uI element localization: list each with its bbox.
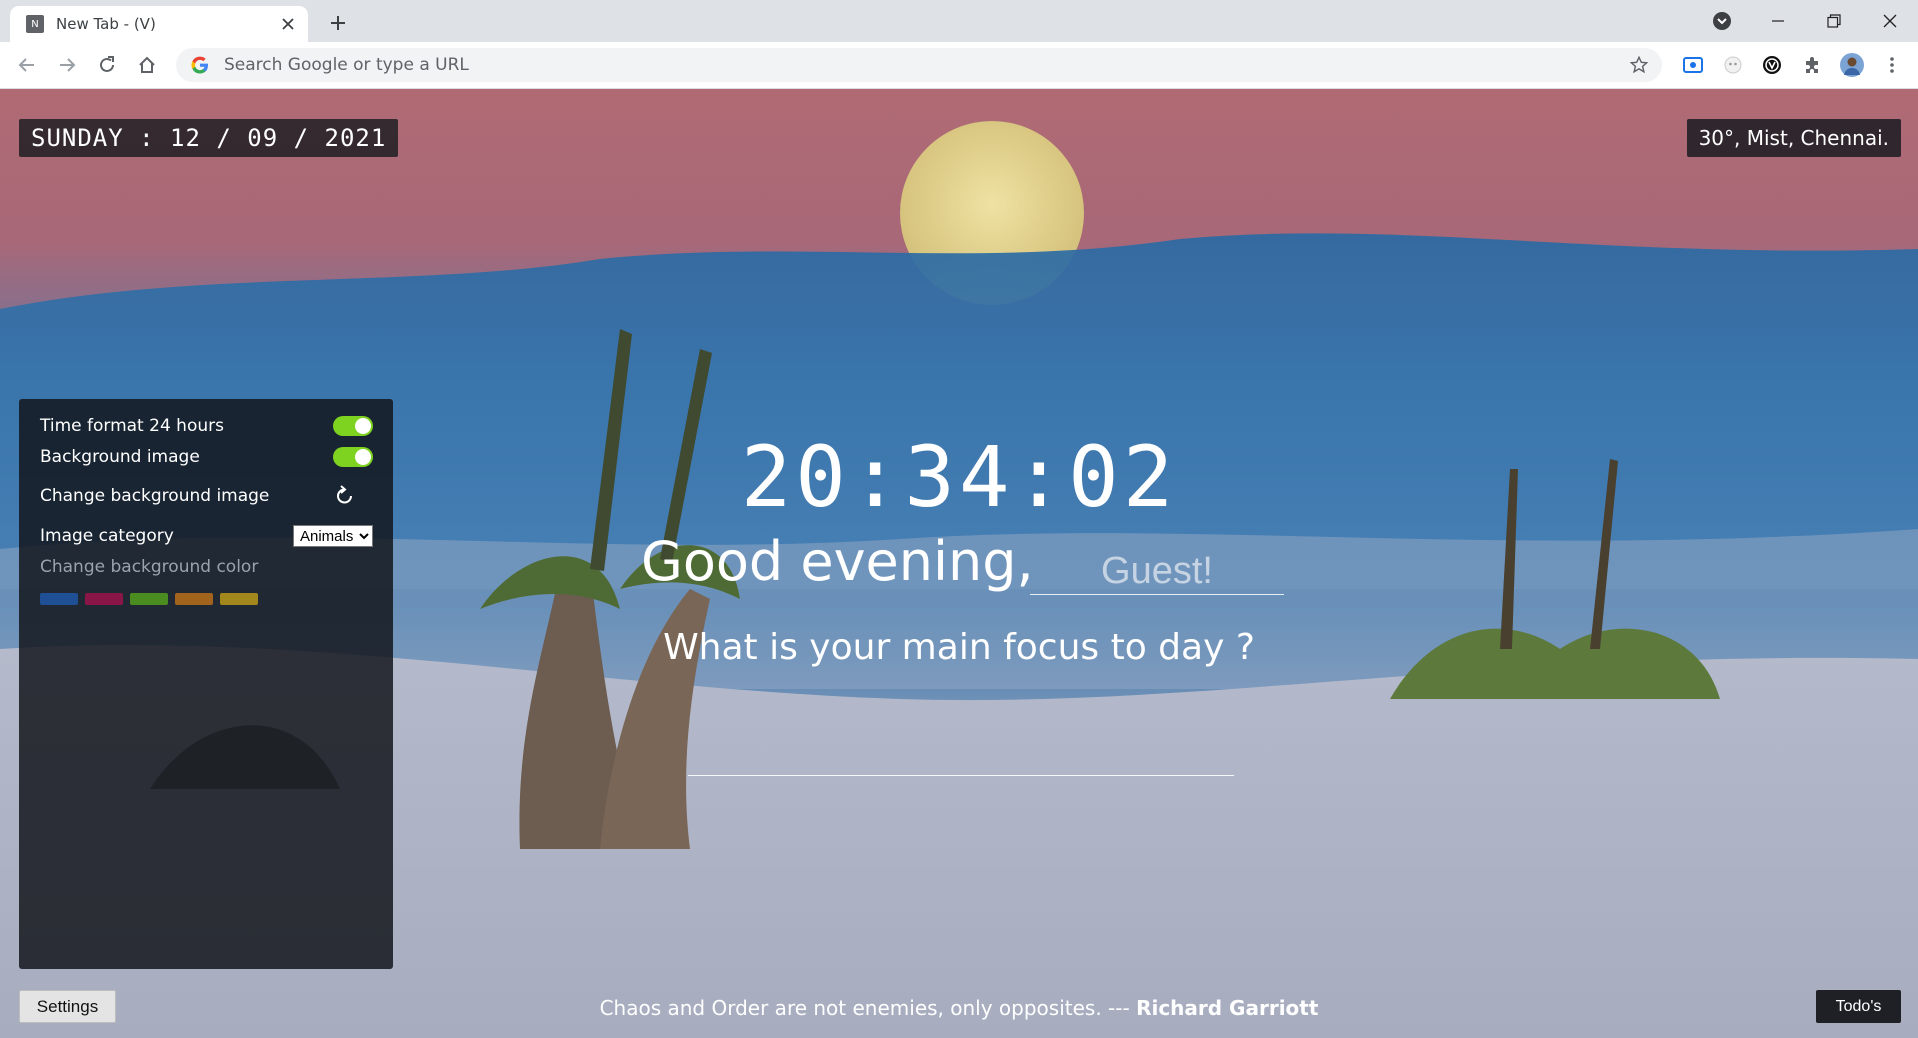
- color-swatch-olive[interactable]: [220, 593, 258, 605]
- profile-avatar[interactable]: [1837, 50, 1867, 80]
- window-close-icon[interactable]: [1870, 6, 1910, 36]
- tab-search-icon[interactable]: [1702, 6, 1742, 36]
- home-icon[interactable]: [132, 50, 162, 80]
- color-swatch-green[interactable]: [130, 593, 168, 605]
- settings-panel: Time format 24 hours Background image Ch…: [19, 399, 393, 969]
- quote-text: Chaos and Order are not enemies, only op…: [599, 996, 1137, 1020]
- tab-strip: N New Tab - (V): [0, 0, 1918, 42]
- time-format-label: Time format 24 hours: [40, 416, 224, 436]
- close-icon[interactable]: [278, 14, 298, 34]
- omnibox[interactable]: [176, 48, 1662, 82]
- image-category-row: Image category Animals: [40, 524, 373, 548]
- quote-author: Richard Garriott: [1136, 996, 1319, 1020]
- image-category-label: Image category: [40, 526, 174, 546]
- reload-icon[interactable]: [92, 50, 122, 80]
- extensions-puzzle-icon[interactable]: [1797, 50, 1827, 80]
- restore-icon[interactable]: [1814, 6, 1854, 36]
- new-tab-button[interactable]: [324, 9, 352, 37]
- color-swatch-crimson[interactable]: [85, 593, 123, 605]
- change-bg-image-label: Change background image: [40, 486, 270, 506]
- vpn-extension-icon[interactable]: [1757, 50, 1787, 80]
- quote: Chaos and Order are not enemies, only op…: [0, 996, 1918, 1020]
- bookmark-star-icon[interactable]: [1624, 50, 1654, 80]
- new-tab-page: SUNDAY : 12 / 09 / 2021 30°, Mist, Chenn…: [0, 89, 1918, 1038]
- forward-arrow-icon[interactable]: [52, 50, 82, 80]
- minimize-icon[interactable]: [1758, 6, 1798, 36]
- back-arrow-icon[interactable]: [12, 50, 42, 80]
- address-bar-input[interactable]: [222, 54, 1624, 76]
- greeting-text: Good evening,: [641, 530, 1034, 593]
- browser-tab-active[interactable]: N New Tab - (V): [10, 6, 308, 42]
- background-image-row: Background image: [40, 446, 373, 468]
- change-bg-color-label: Change background color: [40, 557, 259, 577]
- browser-toolbar: [0, 42, 1918, 89]
- time-format-row: Time format 24 hours: [40, 415, 373, 437]
- background-image-label: Background image: [40, 447, 200, 467]
- change-bg-image-row: Change background image: [40, 481, 373, 511]
- refresh-icon[interactable]: [331, 482, 359, 510]
- image-category-select[interactable]: Animals: [293, 525, 373, 547]
- date-display: SUNDAY : 12 / 09 / 2021: [19, 119, 399, 157]
- color-swatch-blue[interactable]: [40, 593, 78, 605]
- todo-button[interactable]: Todo's: [1816, 990, 1901, 1023]
- tab-title: New Tab - (V): [56, 15, 156, 33]
- color-swatches: [40, 593, 258, 605]
- time-format-toggle[interactable]: [333, 416, 373, 436]
- screen-capture-extension-icon[interactable]: [1678, 50, 1708, 80]
- color-swatch-orange[interactable]: [175, 593, 213, 605]
- change-bg-color-row: Change background color: [40, 556, 373, 578]
- weather-display: 30°, Mist, Chennai.: [1686, 119, 1901, 157]
- focus-input[interactable]: [688, 739, 1234, 776]
- chrome-menu-icon[interactable]: [1877, 50, 1907, 80]
- google-g-icon: [191, 56, 208, 74]
- name-input[interactable]: [1030, 548, 1284, 595]
- background-image-toggle[interactable]: [333, 447, 373, 467]
- ghost-extension-icon[interactable]: [1718, 50, 1748, 80]
- tab-favicon-icon: N: [26, 15, 44, 33]
